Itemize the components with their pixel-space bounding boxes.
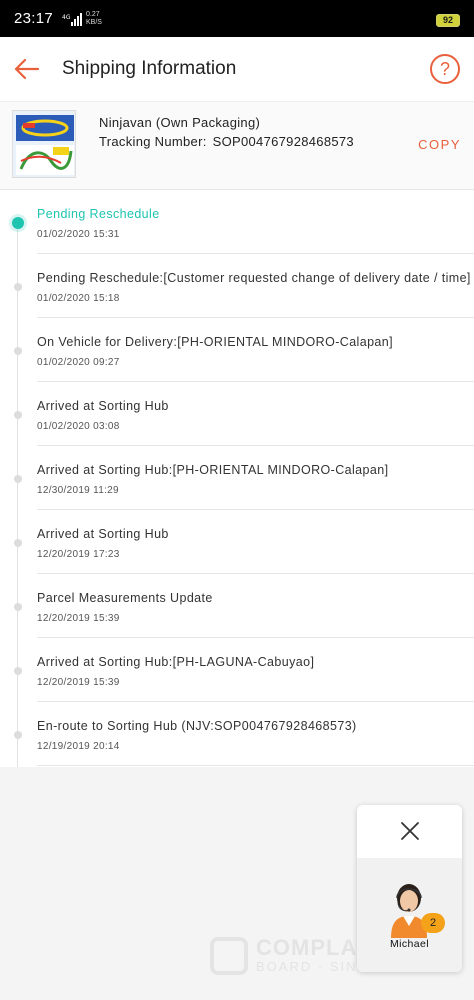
status-dot-active — [12, 217, 24, 229]
event-title: On Vehicle for Delivery:[PH-ORIENTAL MIN… — [37, 335, 394, 349]
event-title: Pending Reschedule — [37, 207, 160, 221]
event-time: 12/30/2019 11:29 — [37, 485, 119, 496]
event-time: 01/02/2020 15:31 — [37, 229, 120, 240]
question-circle-icon[interactable]: ? — [430, 54, 460, 84]
event-time: 01/02/2020 09:27 — [37, 357, 120, 368]
event-title: Arrived at Sorting Hub — [37, 399, 169, 413]
network-speed: 0.27 KB/S — [86, 11, 102, 26]
status-dot — [14, 411, 22, 419]
app-header: Shipping Information ? — [0, 37, 474, 102]
status-bar: 23:17 4G 0.27 KB/S 92 — [0, 0, 474, 37]
event-time: 12/20/2019 17:23 — [37, 549, 120, 560]
status-time: 23:17 — [14, 10, 54, 27]
battery-level: 92 — [442, 15, 453, 25]
shipment-summary: Ninjavan (Own Packaging) Tracking Number… — [0, 102, 474, 190]
svg-text:4G: 4G — [62, 14, 71, 21]
status-dot — [14, 731, 22, 739]
timeline-event: Arrived at Sorting Hub:[PH-ORIENTAL MIND… — [0, 446, 474, 510]
courier-name: Ninjavan (Own Packaging) — [99, 115, 261, 130]
event-title: Parcel Measurements Update — [37, 591, 213, 605]
close-icon — [401, 822, 419, 840]
battery-icon: 92 — [436, 14, 460, 27]
race-track-toy-image — [13, 111, 75, 177]
tracking-timeline: Pending Reschedule 01/02/2020 15:31 Pend… — [0, 190, 474, 767]
event-time: 12/19/2019 20:14 — [37, 741, 120, 752]
status-dot — [14, 347, 22, 355]
event-title: Arrived at Sorting Hub — [37, 527, 169, 541]
timeline-event: Pending Reschedule 01/02/2020 15:31 — [0, 190, 474, 254]
arrow-left-icon[interactable] — [10, 51, 46, 87]
watermark-logo-icon — [210, 937, 248, 975]
status-dot — [14, 667, 22, 675]
event-time: 01/02/2020 03:08 — [37, 421, 120, 432]
timeline-event: Arrived at Sorting Hub 01/02/2020 03:08 — [0, 382, 474, 446]
tracking-row: Tracking Number: SOP004767928468573 — [99, 134, 360, 149]
divider — [37, 765, 474, 766]
timeline-event: On Vehicle for Delivery:[PH-ORIENTAL MIN… — [0, 318, 474, 382]
event-title: Pending Reschedule:[Customer requested c… — [37, 271, 471, 285]
event-title: En-route to Sorting Hub (NJV:SOP00476792… — [37, 719, 357, 733]
chat-agent-button[interactable]: 2 Michael — [357, 858, 462, 972]
event-time: 12/20/2019 15:39 — [37, 613, 120, 624]
tracking-label: Tracking Number: — [99, 134, 207, 149]
chat-widget: 2 Michael — [357, 805, 462, 972]
status-dot — [14, 603, 22, 611]
product-thumbnail — [12, 110, 76, 178]
event-title: Arrived at Sorting Hub:[PH-ORIENTAL MIND… — [37, 463, 389, 477]
timeline-event: Pending Reschedule:[Customer requested c… — [0, 254, 474, 318]
tracking-number: SOP004767928468573 — [212, 134, 354, 149]
copy-button[interactable]: COPY — [418, 137, 461, 152]
status-dot — [14, 475, 22, 483]
event-title: Arrived at Sorting Hub:[PH-LAGUNA-Cabuya… — [37, 655, 315, 669]
page-title: Shipping Information — [62, 58, 237, 79]
signal-icon: 4G — [62, 13, 82, 26]
agent-name: Michael — [390, 938, 429, 950]
timeline-event: Arrived at Sorting Hub:[PH-LAGUNA-Cabuya… — [0, 638, 474, 702]
timeline-event: Arrived at Sorting Hub 12/20/2019 17:23 — [0, 510, 474, 574]
timeline-event: En-route to Sorting Hub (NJV:SOP00476792… — [0, 702, 474, 766]
close-chat-button[interactable] — [357, 805, 462, 858]
status-dot — [14, 539, 22, 547]
help-symbol: ? — [439, 59, 450, 79]
event-time: 12/20/2019 15:39 — [37, 677, 120, 688]
event-time: 01/02/2020 15:18 — [37, 293, 120, 304]
status-dot — [14, 283, 22, 291]
timeline-event: Parcel Measurements Update 12/20/2019 15… — [0, 574, 474, 638]
unread-badge: 2 — [421, 913, 445, 933]
